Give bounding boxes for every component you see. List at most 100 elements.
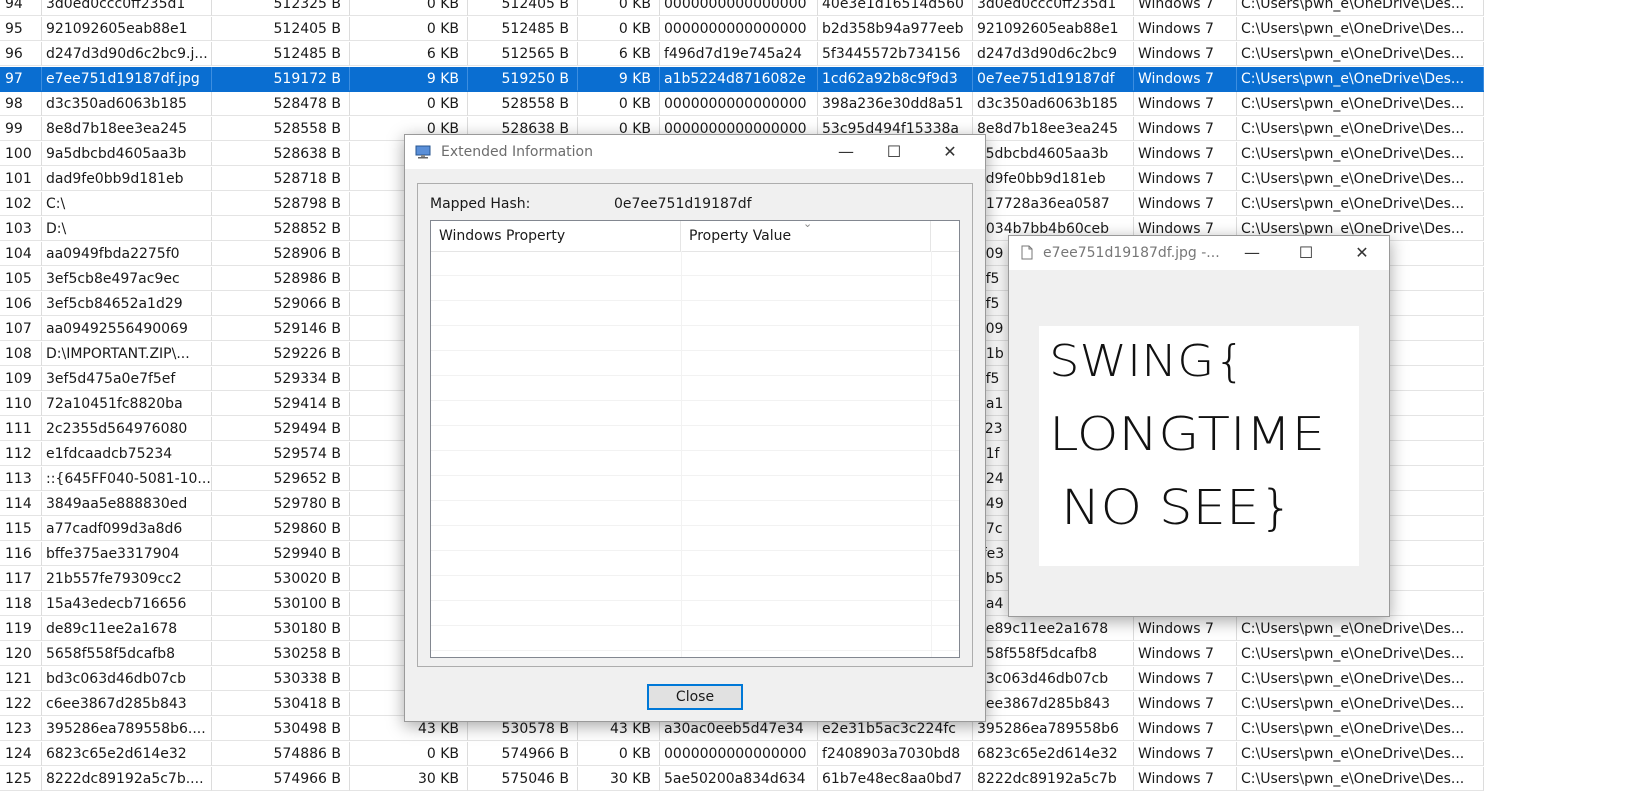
- image-line-3: NO SEE}: [1061, 480, 1293, 536]
- dialog-titlebar[interactable]: Extended Information — ☐ ✕: [405, 135, 985, 169]
- viewer-titlebar[interactable]: e7ee751d19187df.jpg -... — ☐ ✕: [1009, 236, 1389, 270]
- list-row-divider: [431, 425, 959, 426]
- cell-os: Windows 7: [1134, 167, 1237, 191]
- property-list[interactable]: Windows Property Property Value ⌄: [430, 220, 960, 658]
- image-line-1: SWING{: [1049, 336, 1245, 387]
- cell-k2: 6 KB: [578, 42, 660, 66]
- cell-name: D:\IMPORTANT.ZIP\...: [42, 342, 212, 366]
- cell-path: C:\Users\pwn_e\OneDrive\Des...: [1237, 717, 1484, 741]
- cell-k1: 9 KB: [350, 67, 468, 91]
- cell-h3: 8222dc89192a5c7b: [973, 767, 1134, 791]
- cell-os: Windows 7: [1134, 42, 1237, 66]
- cell-h1: a1b5224d8716082e: [660, 67, 818, 91]
- cell-h3: ad9fe0bb9d181eb: [973, 167, 1134, 191]
- list-row-divider: [431, 325, 959, 326]
- mapped-hash-value: 0e7ee751d19187df: [614, 196, 752, 212]
- col-windows-property[interactable]: Windows Property: [431, 221, 681, 251]
- minimize-button[interactable]: —: [1229, 236, 1275, 270]
- close-window-button[interactable]: ✕: [1339, 236, 1385, 270]
- cell-path: C:\Users\pwn_e\OneDrive\Des...: [1237, 742, 1484, 766]
- cell-path: C:\Users\pwn_e\OneDrive\Des...: [1237, 192, 1484, 216]
- cell-k2: 9 KB: [578, 67, 660, 91]
- cell-name: d247d3d90d6c2bc9.j...: [42, 42, 212, 66]
- cell-size: 530180 B: [212, 617, 350, 641]
- cell-size2: 575046 B: [468, 767, 578, 791]
- cell-size: 528798 B: [212, 192, 350, 216]
- cell-size: 528852 B: [212, 217, 350, 241]
- cell-h2: 5f3445572b734156: [818, 42, 973, 66]
- cell-name: 395286ea789558b6....: [42, 717, 212, 741]
- cell-k1: 30 KB: [350, 767, 468, 791]
- table-row[interactable]: 96 d247d3d90d6c2bc9.j... 512485 B6 KB 51256…: [0, 42, 1484, 67]
- cell-h3: 6ee3867d285b843: [973, 692, 1134, 716]
- cell-h3: d3c350ad6063b185: [973, 92, 1134, 116]
- table-row[interactable]: 94 3d0ed0ccc0ff235d1 512325 B0 KB 512405 B0…: [0, 0, 1484, 17]
- cell-id: 102: [0, 192, 42, 216]
- cell-id: 112: [0, 442, 42, 466]
- list-row-divider: [431, 350, 959, 351]
- cell-name: e7ee751d19187df.jpg: [42, 67, 212, 91]
- table-row[interactable]: 124 6823c65e2d614e32 574886 B0 KB 574966 B0…: [0, 742, 1484, 767]
- cell-k2: 0 KB: [578, 0, 660, 16]
- cell-size: 528906 B: [212, 242, 350, 266]
- cell-os: Windows 7: [1134, 642, 1237, 666]
- cell-h3: de89c11ee2a1678: [973, 617, 1134, 641]
- cell-name: 921092605eab88e1: [42, 17, 212, 41]
- cell-h1: 0000000000000000: [660, 17, 818, 41]
- cell-size: 529860 B: [212, 517, 350, 541]
- cell-name: dad9fe0bb9d181eb: [42, 167, 212, 191]
- cell-size: 529226 B: [212, 342, 350, 366]
- cell-h2: b2d358b94a977eeb: [818, 17, 973, 41]
- handwritten-image: SWING{ LONGTIME NO SEE}: [1039, 326, 1359, 566]
- maximize-button[interactable]: ☐: [1283, 236, 1329, 270]
- cell-size: 512325 B: [212, 0, 350, 16]
- table-row[interactable]: 95 921092605eab88e1 512405 B0 KB 512485 B0 …: [0, 17, 1484, 42]
- list-row-divider: [431, 400, 959, 401]
- cell-size: 574886 B: [212, 742, 350, 766]
- cell-name: 8e8d7b18ee3ea245: [42, 117, 212, 141]
- minimize-button[interactable]: —: [823, 135, 869, 169]
- cell-size2: 512565 B: [468, 42, 578, 66]
- cell-h3: 0e7ee751d19187df: [973, 67, 1134, 91]
- cell-h3: 3d0ed0ccc0ff235d1: [973, 0, 1134, 16]
- close-window-button[interactable]: ✕: [927, 135, 973, 169]
- table-row[interactable]: 125 8222dc89192a5c7b.... 574966 B 30 KB 5750…: [0, 767, 1484, 792]
- table-row[interactable]: 98 d3c350ad6063b185 528478 B0 KB 528558 B0 …: [0, 92, 1484, 117]
- cell-os: Windows 7: [1134, 0, 1237, 16]
- cell-size: 529652 B: [212, 467, 350, 491]
- cell-name: e1fdcaadcb75234: [42, 442, 212, 466]
- cell-size: 529940 B: [212, 542, 350, 566]
- cell-size: 529780 B: [212, 492, 350, 516]
- table-row[interactable]: 97 e7ee751d19187df.jpg 519172 B9 KB 519250 …: [0, 67, 1484, 92]
- cell-size: 528478 B: [212, 92, 350, 116]
- list-row-divider: [431, 550, 959, 551]
- cell-size: 529334 B: [212, 367, 350, 391]
- cell-size: 519172 B: [212, 67, 350, 91]
- cell-h3: a5dbcbd4605aa3b: [973, 142, 1134, 166]
- cell-h3: 6823c65e2d614e32: [973, 742, 1134, 766]
- list-row-divider: [431, 300, 959, 301]
- close-button[interactable]: Close: [647, 684, 743, 710]
- cell-name: 5658f558f5dcafb8: [42, 642, 212, 666]
- cell-name: ::{645FF040-5081-10...: [42, 467, 212, 491]
- cell-id: 109: [0, 367, 42, 391]
- computer-icon: [415, 145, 431, 159]
- cell-size2: 528558 B: [468, 92, 578, 116]
- cell-name: d3c350ad6063b185: [42, 92, 212, 116]
- cell-h2: 40e3e1d16514d560: [818, 0, 973, 16]
- list-row-divider: [431, 500, 959, 501]
- maximize-button[interactable]: ☐: [871, 135, 917, 169]
- cell-id: 97: [0, 67, 42, 91]
- cell-size: 529414 B: [212, 392, 350, 416]
- cell-id: 95: [0, 17, 42, 41]
- list-row-divider: [431, 600, 959, 601]
- cell-size: 530020 B: [212, 567, 350, 591]
- cell-size: 528718 B: [212, 167, 350, 191]
- cell-h2: 1cd62a92b8c9f9d3: [818, 67, 973, 91]
- list-row-divider: [431, 525, 959, 526]
- cell-id: 98: [0, 92, 42, 116]
- cell-size2: 519250 B: [468, 67, 578, 91]
- list-row-divider: [431, 375, 959, 376]
- handwriting: SWING{ LONGTIME NO SEE}: [1049, 336, 1325, 536]
- cell-path: C:\Users\pwn_e\OneDrive\Des...: [1237, 142, 1484, 166]
